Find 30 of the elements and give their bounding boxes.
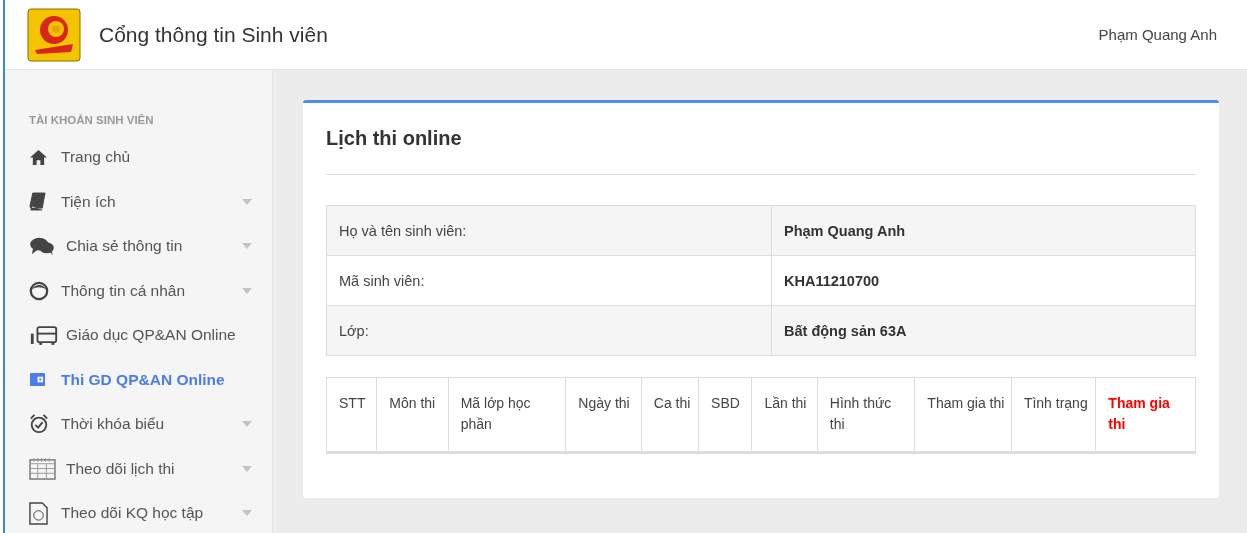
column-header: Tham gia thi — [914, 377, 1012, 453]
site-title: Cổng thông tin Sinh viên — [99, 22, 328, 47]
sidebar-item[interactable]: Giáo dục QP&AN Online — [5, 313, 272, 358]
sidebar-item[interactable]: Trang chủ — [5, 135, 272, 180]
sidebar-item[interactable]: Tiện ích — [5, 179, 272, 224]
column-header: Môn thi — [376, 377, 449, 453]
info-value: Bất động sản 63A — [771, 305, 1196, 356]
sidebar-heading: TÀI KHOẢN SINH VIÊN — [28, 114, 155, 126]
column-header: Ca thi — [641, 377, 699, 453]
sidebar-item[interactable]: Thời khóa biểu — [5, 402, 272, 447]
info-label: Họ và tên sinh viên: — [326, 205, 772, 256]
info-label: Mã sinh viên: — [326, 255, 772, 306]
column-header: STT — [326, 377, 377, 453]
sidebar-item[interactable]: Thông tin cá nhân — [5, 268, 272, 313]
column-header: Ngày thi — [565, 377, 642, 453]
column-header: Mã lớp học phần — [448, 377, 566, 453]
info-label: Lớp: — [326, 305, 772, 356]
column-header: Tình trạng — [1011, 377, 1096, 453]
info-value: KHA11210700 — [771, 255, 1196, 306]
column-header: Hình thức thi — [817, 377, 915, 453]
column-header: SBD — [698, 377, 752, 453]
sidebar-item[interactable]: Thi GD QP&AN Online — [5, 357, 272, 402]
sidebar-item[interactable]: Theo dõi KQ học tập — [5, 491, 272, 533]
user-name[interactable]: Phạm Quang Anh — [1098, 26, 1217, 43]
sidebar-item[interactable]: Chia sẻ thông tin — [5, 224, 272, 269]
column-header: Tham gia thi — [1095, 377, 1196, 453]
card-title: Lịch thi online — [326, 127, 463, 150]
sidebar-item[interactable]: Theo dõi lịch thi — [5, 446, 272, 491]
column-header: Lần thi — [751, 377, 818, 453]
info-value: Phạm Quang Anh — [771, 205, 1196, 256]
